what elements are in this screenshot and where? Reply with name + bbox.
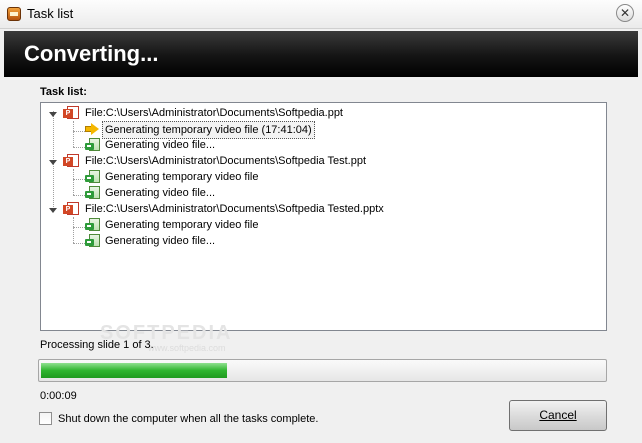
header-band: Converting... [4,31,638,77]
collapse-icon[interactable] [49,160,57,165]
tree-task-item[interactable]: Generating video file... [105,233,215,249]
task-list-label: Task list: [40,86,87,98]
close-button[interactable]: ✕ [616,4,634,22]
tree-task-item[interactable]: Generating video file... [105,137,215,153]
powerpoint-file-icon: P [63,202,79,216]
tree-task-item[interactable]: Generating video file... [105,185,215,201]
task-tree[interactable]: P File:C:\Users\Administrator\Documents\… [40,102,607,331]
tree-file-item[interactable]: File:C:\Users\Administrator\Documents\So… [85,105,343,121]
tree-connector [73,179,85,180]
tree-connector [73,217,74,243]
cancel-button[interactable]: Cancel [509,400,607,431]
tree-task-item[interactable]: Generating temporary video file [105,169,258,185]
tree-connector [73,121,74,147]
collapse-icon[interactable] [49,208,57,213]
title-bar: Task list ✕ [0,0,642,29]
tree-connector [73,195,85,196]
cancel-button-label: Cancel [539,408,577,422]
watermark-url: www.softpedia.com [148,343,226,353]
shutdown-checkbox[interactable] [39,412,52,425]
powerpoint-file-icon: P [63,106,79,120]
elapsed-time: 0:00:09 [40,390,77,402]
collapse-icon[interactable] [49,112,57,117]
tree-connector [73,243,85,244]
tree-task-item[interactable]: Generating temporary video file [105,217,258,233]
tree-file-item[interactable]: File:C:\Users\Administrator\Documents\So… [85,201,384,217]
app-icon [7,7,21,21]
shutdown-checkbox-label[interactable]: Shut down the computer when all the task… [58,413,318,425]
tree-connector [73,147,85,148]
status-text: Processing slide 1 of 3. [40,339,154,351]
page-title: Converting... [24,41,159,66]
video-task-icon [85,138,101,152]
video-task-icon [85,170,101,184]
progress-bar [38,359,607,382]
tree-file-item[interactable]: File:C:\Users\Administrator\Documents\So… [85,153,366,169]
video-task-icon [85,218,101,232]
tree-connector [73,131,85,132]
current-task-arrow-icon [85,123,99,135]
powerpoint-file-icon: P [63,154,79,168]
video-task-icon [85,234,101,248]
tree-connector [73,227,85,228]
window-title: Task list [27,6,74,21]
video-task-icon [85,186,101,200]
progress-fill [41,363,227,378]
close-icon: ✕ [619,6,631,20]
tree-connector [73,169,74,195]
tree-connector [53,111,54,207]
